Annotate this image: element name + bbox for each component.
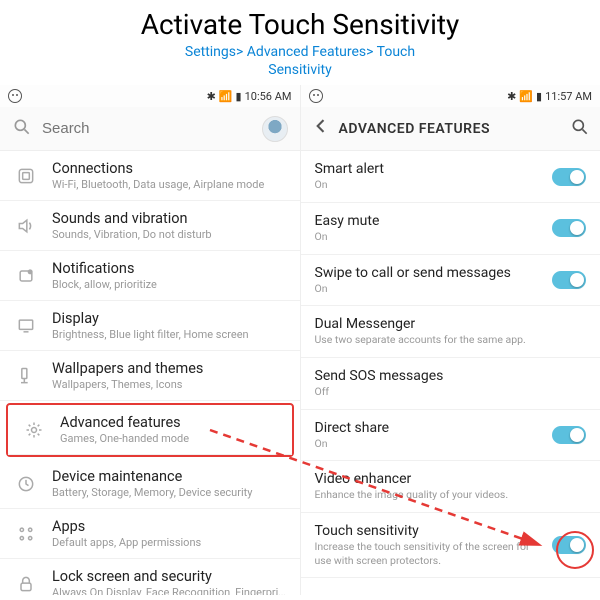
status-bar-left: ✱ 📶 ▮ 10:56 AM xyxy=(0,85,300,107)
feature-row-dual-messenger[interactable]: Dual MessengerUse two separate accounts … xyxy=(301,306,600,358)
row-subtitle: On xyxy=(315,282,545,296)
row-subtitle: Block, allow, prioritize xyxy=(52,278,288,291)
feature-row-swipe-to-call-or-send-messages[interactable]: Swipe to call or send messagesOn xyxy=(301,255,600,307)
row-title: Swipe to call or send messages xyxy=(315,265,545,281)
display-icon xyxy=(14,314,38,338)
row-subtitle: Increase the touch sensitivity of the sc… xyxy=(315,540,545,567)
settings-row-device-maintenance[interactable]: Device maintenanceBattery, Storage, Memo… xyxy=(0,459,300,509)
row-title: Apps xyxy=(52,518,288,535)
connections-icon xyxy=(14,164,38,188)
settings-screen: ✱ 📶 ▮ 10:56 AM ConnectionsWi-Fi, Bluetoo… xyxy=(0,85,301,595)
bluetooth-icon: ✱ xyxy=(507,90,516,103)
status-time: 11:57 AM xyxy=(545,90,592,103)
search-icon[interactable] xyxy=(570,117,590,141)
settings-row-connections[interactable]: ConnectionsWi-Fi, Bluetooth, Data usage,… xyxy=(0,151,300,201)
sound-icon xyxy=(14,214,38,238)
status-bar-right: ✱ 📶 ▮ 11:57 AM xyxy=(301,85,600,107)
page-title: Activate Touch Sensitivity xyxy=(0,8,600,41)
feature-row-smart-alert[interactable]: Smart alertOn xyxy=(301,151,600,203)
settings-row-display[interactable]: DisplayBrightness, Blue light filter, Ho… xyxy=(0,301,300,351)
settings-list: ConnectionsWi-Fi, Bluetooth, Data usage,… xyxy=(0,151,300,595)
feature-row-direct-share[interactable]: Direct shareOn xyxy=(301,410,600,462)
toggle-switch[interactable] xyxy=(552,426,586,444)
screen-title: ADVANCED FEATURES xyxy=(339,121,571,137)
row-subtitle: Enhance the image quality of your videos… xyxy=(315,488,579,502)
toggle-switch[interactable] xyxy=(552,271,586,289)
row-subtitle: Wallpapers, Themes, Icons xyxy=(52,378,288,391)
lock-icon xyxy=(14,572,38,596)
settings-row-notifications[interactable]: NotificationsBlock, allow, prioritize xyxy=(0,251,300,301)
battery-icon: ▮ xyxy=(236,90,242,103)
row-title: Sounds and vibration xyxy=(52,210,288,227)
row-title: Direct share xyxy=(315,420,545,436)
feature-row-easy-mute[interactable]: Easy muteOn xyxy=(301,203,600,255)
breadcrumb-line2: Sensitivity xyxy=(268,62,331,78)
row-title: Advanced features xyxy=(60,414,280,431)
battery-icon: ▮ xyxy=(536,90,542,103)
row-subtitle: Always On Display, Face Recognition, Fin… xyxy=(52,586,288,595)
row-title: Send SOS messages xyxy=(315,368,579,384)
avatar[interactable] xyxy=(262,116,288,142)
wallpaper-icon xyxy=(14,364,38,388)
row-subtitle: Default apps, App permissions xyxy=(52,536,288,549)
breadcrumb: Settings> Advanced Features> Touch Sensi… xyxy=(0,43,600,79)
row-subtitle: On xyxy=(315,230,545,244)
row-subtitle: Brightness, Blue light filter, Home scre… xyxy=(52,328,288,341)
status-time: 10:56 AM xyxy=(245,90,292,103)
row-title: Easy mute xyxy=(315,213,545,229)
row-subtitle: Off xyxy=(315,385,579,399)
advanced-features-screen: ✱ 📶 ▮ 11:57 AM ADVANCED FEATURES Smart a… xyxy=(301,85,600,595)
search-input[interactable] xyxy=(42,120,262,137)
feature-row-send-sos-messages[interactable]: Send SOS messagesOff xyxy=(301,358,600,410)
reddit-icon xyxy=(8,89,22,103)
maintenance-icon xyxy=(14,472,38,496)
toggle-switch[interactable] xyxy=(552,219,586,237)
feature-row-touch-sensitivity[interactable]: Touch sensitivityIncrease the touch sens… xyxy=(301,513,600,578)
row-title: Dual Messenger xyxy=(315,316,579,332)
advanced-icon xyxy=(22,418,46,442)
row-title: Smart alert xyxy=(315,161,545,177)
settings-row-wallpapers-and-themes[interactable]: Wallpapers and themesWallpapers, Themes,… xyxy=(0,351,300,401)
row-subtitle: On xyxy=(315,178,545,192)
row-subtitle: On xyxy=(315,437,545,451)
row-subtitle: Sounds, Vibration, Do not disturb xyxy=(52,228,288,241)
row-title: Touch sensitivity xyxy=(315,523,545,539)
bluetooth-icon: ✱ xyxy=(207,90,216,103)
row-subtitle: Games, One-handed mode xyxy=(60,432,280,445)
settings-row-apps[interactable]: AppsDefault apps, App permissions xyxy=(0,509,300,559)
row-title: Display xyxy=(52,310,288,327)
toggle-switch[interactable] xyxy=(552,536,586,554)
apps-icon xyxy=(14,522,38,546)
breadcrumb-line1: Settings> Advanced Features> Touch xyxy=(185,44,415,60)
signal-icon: 📶 xyxy=(519,90,533,103)
reddit-icon xyxy=(309,89,323,103)
row-title: Video enhancer xyxy=(315,471,579,487)
row-title: Connections xyxy=(52,160,288,177)
row-subtitle: Use two separate accounts for the same a… xyxy=(315,333,579,347)
row-title: Wallpapers and themes xyxy=(52,360,288,377)
feature-row-video-enhancer[interactable]: Video enhancerEnhance the image quality … xyxy=(301,461,600,513)
screen-header: ADVANCED FEATURES xyxy=(301,107,600,151)
row-subtitle: Wi-Fi, Bluetooth, Data usage, Airplane m… xyxy=(52,178,288,191)
row-title: Notifications xyxy=(52,260,288,277)
search-icon xyxy=(12,117,32,141)
settings-row-sounds-and-vibration[interactable]: Sounds and vibrationSounds, Vibration, D… xyxy=(0,201,300,251)
features-list: Smart alertOnEasy muteOnSwipe to call or… xyxy=(301,151,600,578)
settings-row-advanced-features[interactable]: Advanced featuresGames, One-handed mode xyxy=(8,405,292,455)
search-row[interactable] xyxy=(0,107,300,151)
row-title: Device maintenance xyxy=(52,468,288,485)
row-title: Lock screen and security xyxy=(52,568,288,585)
settings-row-lock-screen-and-security[interactable]: Lock screen and securityAlways On Displa… xyxy=(0,559,300,595)
notifications-icon xyxy=(14,264,38,288)
toggle-switch[interactable] xyxy=(552,168,586,186)
signal-icon: 📶 xyxy=(219,90,233,103)
back-button[interactable] xyxy=(311,116,331,141)
instruction-header: Activate Touch Sensitivity Settings> Adv… xyxy=(0,0,600,85)
row-subtitle: Battery, Storage, Memory, Device securit… xyxy=(52,486,288,499)
